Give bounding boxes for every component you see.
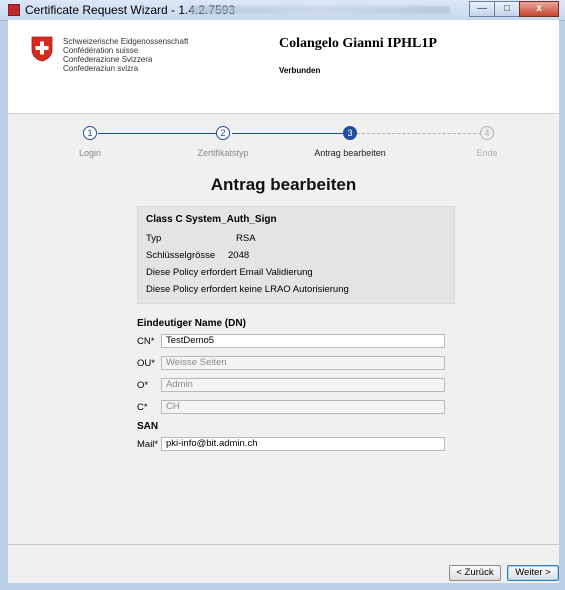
back-button[interactable]: < Zurück: [449, 565, 501, 581]
step-3-circle: 3: [343, 126, 357, 140]
blurred-title-region: [190, 6, 450, 14]
swiss-coat-of-arms-icon: [31, 36, 53, 62]
mail-label: Mail*: [137, 439, 159, 450]
policy-typ-value: RSA: [236, 233, 256, 244]
step-3-label: Antrag bearbeiten: [314, 148, 386, 158]
o-label: O*: [137, 380, 149, 391]
step-connector-2-3: [232, 133, 343, 134]
cn-input[interactable]: TestDemo5: [161, 334, 445, 348]
app-icon: [8, 4, 20, 16]
page-title: Antrag bearbeiten: [210, 175, 357, 194]
step-2-label: Zertifikatstyp: [197, 148, 249, 158]
step-4-circle: 4: [480, 126, 494, 140]
policy-note-email: Diese Policy erfordert Email Validierung: [146, 267, 313, 278]
step-connector-3-4: [357, 133, 481, 134]
title-bar[interactable]: Certificate Request Wizard - 1.4.2.7593 …: [0, 0, 565, 21]
user-name: Colangelo Gianni IPHL1P: [279, 36, 437, 51]
header: Schweizerische Eidgenossenschaft Confédé…: [8, 20, 559, 114]
ou-label: OU*: [137, 358, 155, 369]
footer-divider: [8, 544, 559, 545]
c-input: CH: [161, 400, 445, 414]
ou-input: Weisse Seiten: [161, 356, 445, 370]
step-connector-1-2: [98, 133, 218, 134]
policy-note-lrao: Diese Policy erfordert keine LRAO Autori…: [146, 284, 349, 295]
close-button[interactable]: x: [519, 1, 559, 17]
next-button[interactable]: Weiter >: [507, 565, 559, 581]
san-heading: SAN: [137, 421, 159, 432]
c-label: C*: [137, 402, 148, 413]
policy-info-box: Class C System_Auth_Sign Typ RSA Schlüss…: [137, 206, 455, 304]
gov-line-fr: Confédération suisse: [63, 46, 139, 55]
step-1-circle: 1: [83, 126, 97, 140]
gov-line-it: Confederazione Svizzera: [63, 55, 153, 64]
gov-line-de: Schweizerische Eidgenossenschaft: [63, 37, 189, 46]
wizard-stepper: 1 2 3 4 Login Zertifikatstyp Antrag bear…: [8, 126, 559, 166]
maximize-button[interactable]: □: [494, 1, 520, 17]
gov-line-rm: Confederaziun svizra: [63, 64, 139, 73]
wizard-content: 1 2 3 4 Login Zertifikatstyp Antrag bear…: [8, 114, 559, 583]
policy-typ-label: Typ: [146, 233, 162, 244]
step-4-label: Ende: [476, 148, 498, 158]
step-1-label: Login: [78, 148, 102, 158]
cn-label: CN*: [137, 336, 155, 347]
policy-keysize-value: 2048: [228, 250, 250, 261]
government-name: Schweizerische Eidgenossenschaft Confédé…: [63, 37, 188, 73]
policy-keysize-label: Schlüsselgrösse: [146, 250, 216, 261]
mail-input[interactable]: pki-info@bit.admin.ch: [161, 437, 445, 451]
o-input: Admin: [161, 378, 445, 392]
connection-status: Verbunden: [279, 66, 321, 75]
dn-heading: Eindeutiger Name (DN): [137, 318, 246, 329]
policy-title: Class C System_Auth_Sign: [146, 214, 277, 225]
step-2-circle: 2: [216, 126, 230, 140]
minimize-button[interactable]: —: [469, 1, 495, 17]
